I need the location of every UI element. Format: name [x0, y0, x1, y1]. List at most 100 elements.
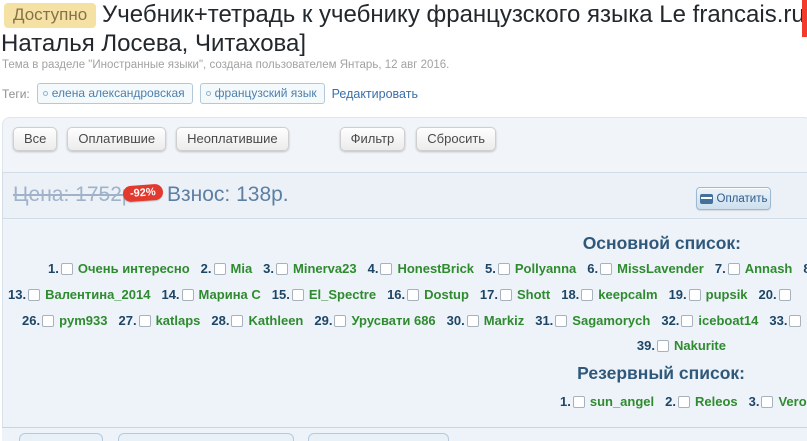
- member-number: 13.: [8, 287, 27, 302]
- member-checkbox[interactable]: [555, 315, 568, 327]
- reserve-list-row: 1. sun_angel 2. Releos 3. Vero: [0, 394, 807, 409]
- filter-all-button[interactable]: Все: [13, 127, 58, 151]
- member-username[interactable]: Урусвати 686: [351, 313, 435, 328]
- member-username[interactable]: Kathleen: [248, 313, 303, 328]
- filter-bar: Все Оплатившие Неоплатившие Фильтр Сброс…: [13, 127, 497, 151]
- list-item: 5. Pollyanna: [485, 261, 576, 276]
- member-number: 17.: [479, 287, 498, 302]
- member-number: 2.: [200, 261, 212, 276]
- member-number: 4.: [367, 261, 379, 276]
- member-checkbox[interactable]: [466, 315, 479, 327]
- member-checkbox[interactable]: [677, 396, 690, 408]
- member-checkbox[interactable]: [572, 396, 585, 408]
- fee-amount: Взнос: 138р.: [167, 183, 289, 206]
- member-username[interactable]: Sagamorych: [572, 313, 650, 328]
- member-checkbox[interactable]: [681, 315, 694, 327]
- tag-label: елена александровская: [51, 86, 185, 100]
- member-checkbox[interactable]: [600, 263, 613, 275]
- member-checkbox[interactable]: [276, 263, 289, 275]
- member-checkbox[interactable]: [656, 340, 669, 352]
- member-username[interactable]: sun_angel: [590, 394, 654, 409]
- bottom-button-1[interactable]: [19, 433, 103, 441]
- member-checkbox[interactable]: [60, 263, 73, 275]
- tag-label: французский язык: [214, 86, 317, 100]
- list-item: 3. Minerva23: [263, 261, 356, 276]
- member-checkbox[interactable]: [334, 315, 347, 327]
- member-username[interactable]: pupsik: [706, 287, 748, 302]
- list-item: 19. pupsik: [669, 287, 748, 302]
- member-number: 39.: [636, 338, 655, 353]
- member-username[interactable]: keepcalm: [598, 287, 657, 302]
- member-number: 18.: [561, 287, 580, 302]
- old-price: Цена: 1752р.: [13, 183, 140, 206]
- list-item: 4. HonestBrick: [368, 261, 474, 276]
- member-username[interactable]: Очень интересно: [78, 261, 190, 276]
- member-checkbox[interactable]: [138, 315, 151, 327]
- member-username[interactable]: Nakurite: [674, 338, 726, 353]
- member-username[interactable]: Dostup: [424, 287, 469, 302]
- tag-pill[interactable]: французский язык: [199, 83, 325, 104]
- member-username[interactable]: El_Spectre: [309, 287, 376, 302]
- member-number: 16.: [387, 287, 406, 302]
- member-number: 1.: [560, 394, 571, 409]
- list-item: 1. sun_angel: [560, 394, 654, 409]
- member-username[interactable]: Pollyanna: [515, 261, 576, 276]
- filter-paid-button[interactable]: Оплатившие: [67, 127, 167, 151]
- member-checkbox[interactable]: [380, 263, 393, 275]
- filter-apply-button[interactable]: Фильтр: [339, 127, 406, 151]
- member-checkbox[interactable]: [28, 289, 41, 301]
- member-checkbox[interactable]: [213, 263, 226, 275]
- pay-button-label: Оплатить: [716, 192, 768, 205]
- member-checkbox[interactable]: [778, 289, 791, 301]
- member-checkbox[interactable]: [42, 315, 55, 327]
- member-username[interactable]: Releos: [695, 394, 738, 409]
- member-checkbox[interactable]: [291, 289, 304, 301]
- member-username[interactable]: Mia: [231, 261, 253, 276]
- member-checkbox[interactable]: [581, 289, 594, 301]
- member-username[interactable]: HonestBrick: [397, 261, 474, 276]
- list-item: 20.: [759, 287, 796, 302]
- member-number: 33.: [769, 313, 788, 328]
- member-username[interactable]: iceboat14: [698, 313, 758, 328]
- filter-unpaid-button[interactable]: Неоплатившие: [176, 127, 289, 151]
- list-item: 8.: [803, 261, 807, 276]
- tag-pill[interactable]: елена александровская: [36, 83, 193, 104]
- pay-button[interactable]: Оплатить: [696, 187, 771, 210]
- main-list-heading: Основной список:: [582, 233, 741, 253]
- member-username[interactable]: Shott: [517, 287, 550, 302]
- member-username[interactable]: katlaps: [156, 313, 201, 328]
- reserve-list-heading: Резервный список:: [577, 363, 745, 383]
- member-number: 20.: [758, 287, 777, 302]
- list-item: 17. Shott: [480, 287, 550, 302]
- edit-tags-link[interactable]: Редактировать: [332, 87, 418, 101]
- member-checkbox[interactable]: [688, 289, 701, 301]
- member-username[interactable]: MissLavender: [617, 261, 704, 276]
- member-username[interactable]: Валентина_2014: [45, 287, 150, 302]
- member-username[interactable]: Minerva23: [293, 261, 357, 276]
- member-checkbox[interactable]: [761, 396, 774, 408]
- member-username[interactable]: Annash: [745, 261, 793, 276]
- member-checkbox[interactable]: [789, 315, 802, 327]
- member-username[interactable]: Марина С: [199, 287, 261, 302]
- member-checkbox[interactable]: [727, 263, 740, 275]
- list-item: 14. Марина С: [161, 287, 260, 302]
- member-username[interactable]: Vero: [778, 394, 806, 409]
- member-checkbox[interactable]: [497, 263, 510, 275]
- filter-reset-button[interactable]: Сбросить: [416, 127, 497, 151]
- list-item: 2. Mia: [201, 261, 253, 276]
- status-badge[interactable]: Доступно: [4, 3, 97, 28]
- member-checkbox[interactable]: [407, 289, 420, 301]
- member-number: 19.: [668, 287, 687, 302]
- member-number: 1.: [48, 261, 59, 276]
- bottom-button-2[interactable]: [118, 433, 294, 441]
- member-username[interactable]: pym933: [59, 313, 107, 328]
- list-item: 31. Sagamorych: [535, 313, 650, 328]
- member-checkbox[interactable]: [500, 289, 512, 301]
- member-number: 15.: [271, 287, 290, 302]
- member-checkbox[interactable]: [181, 289, 194, 301]
- list-item: 28. Kathleen: [211, 313, 303, 328]
- member-number: 31.: [535, 313, 554, 328]
- bottom-button-3[interactable]: [308, 433, 449, 441]
- member-username[interactable]: Markiz: [484, 313, 524, 328]
- member-checkbox[interactable]: [231, 315, 244, 327]
